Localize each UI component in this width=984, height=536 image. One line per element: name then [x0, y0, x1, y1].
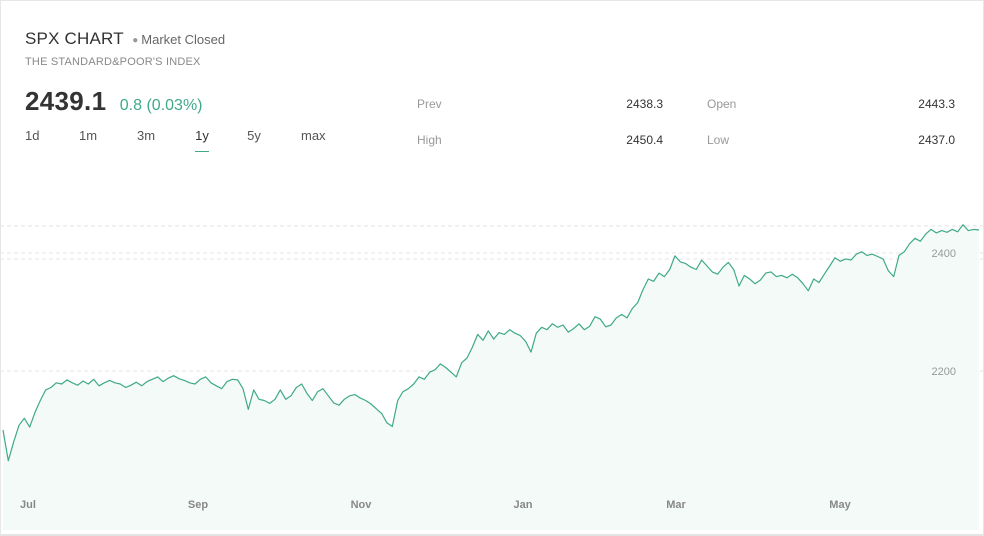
- tab-3m[interactable]: 3m: [137, 128, 155, 151]
- low-label: Low: [707, 133, 730, 147]
- x-tick-label-jan: Jan: [514, 499, 533, 511]
- price-area-fill: [3, 224, 979, 530]
- price-change: 0.8 (0.03%): [119, 97, 203, 114]
- market-status: ● Market Closed: [132, 32, 225, 47]
- x-tick-label-jul: Jul: [20, 499, 36, 511]
- x-tick-label-sep: Sep: [188, 499, 208, 511]
- y-tick-label-2200: 2200: [932, 366, 956, 378]
- high-label: High: [417, 133, 442, 147]
- tab-1m[interactable]: 1m: [79, 128, 97, 151]
- tab-max[interactable]: max: [301, 128, 326, 151]
- low-value: 2437.0: [918, 133, 955, 147]
- price-chart: 2200 2400 Jul Sep Nov Jan Mar May: [0, 224, 984, 530]
- chart-title: SPX CHART: [25, 29, 124, 48]
- x-tick-label-may: May: [829, 499, 851, 511]
- tab-5y[interactable]: 5y: [247, 128, 261, 151]
- market-status-label: Market Closed: [141, 32, 226, 47]
- x-tick-label-mar: Mar: [666, 499, 686, 511]
- title-row: SPX CHART ● Market Closed: [25, 29, 225, 49]
- open-label: Open: [707, 97, 737, 111]
- current-price: 2439.1: [25, 86, 107, 116]
- high-value: 2450.4: [626, 133, 663, 147]
- prev-label: Prev: [417, 97, 442, 111]
- price-row: 2439.1 0.8 (0.03%): [25, 86, 203, 117]
- tab-1y[interactable]: 1y: [195, 128, 209, 152]
- prev-value: 2438.3: [626, 97, 663, 111]
- tab-1d[interactable]: 1d: [25, 128, 39, 151]
- x-tick-label-nov: Nov: [351, 499, 373, 511]
- y-tick-label-2400: 2400: [932, 248, 956, 260]
- open-value: 2443.3: [918, 97, 955, 111]
- index-subtitle: THE STANDARD&POOR'S INDEX: [25, 56, 201, 68]
- status-dot-icon: ●: [132, 35, 139, 46]
